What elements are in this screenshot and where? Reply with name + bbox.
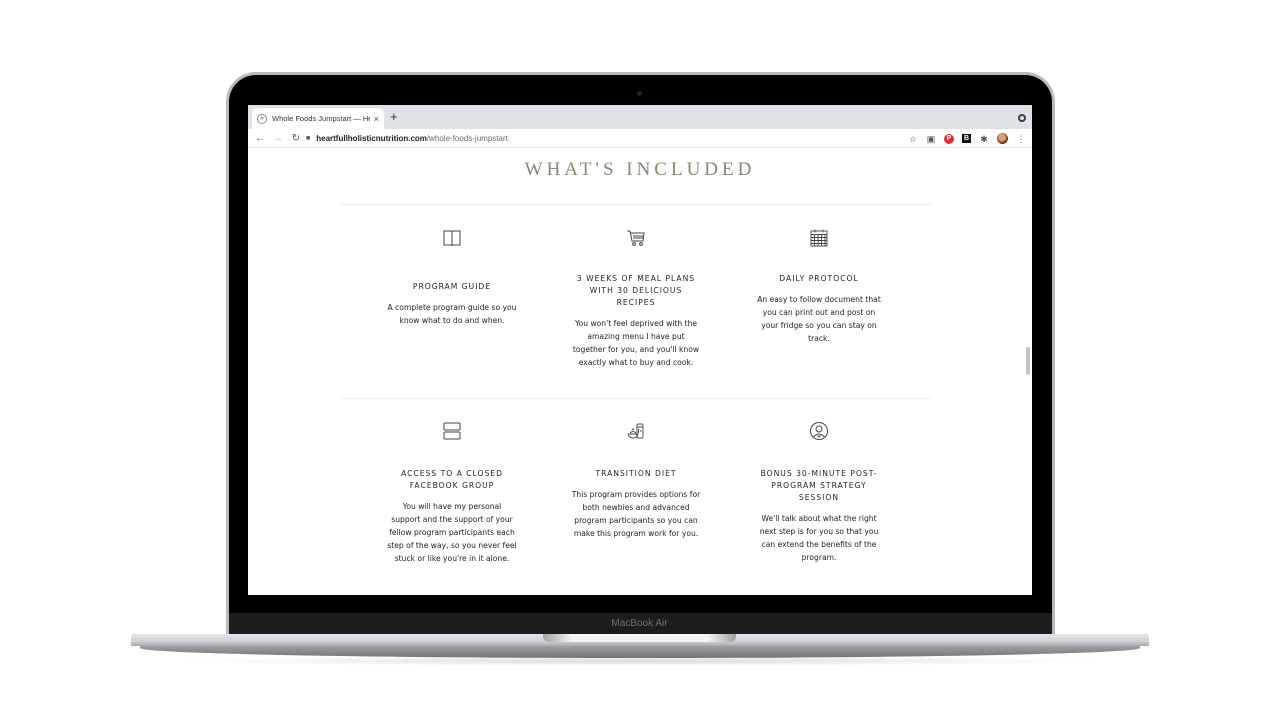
browser-window: ⟡ Whole Foods Jumpstart — Hea × + ← → ↻ … [248,105,1032,595]
laptop-notch [543,634,736,642]
feature-strategy-session: BONUS 30-MINUTE POST-PROGRAM STRATEGY SE… [754,420,884,564]
reload-button[interactable]: ↻ [287,133,305,144]
feature-description: You won't feel deprived with the amazing… [572,319,700,367]
group-icon [387,420,517,442]
favicon-icon: ⟡ [257,113,267,124]
feature-title: DAILY PROTOCOL [779,274,859,283]
extensions-puzzle-icon[interactable]: ✱ [979,134,989,144]
lock-icon[interactable]: ■ [306,135,310,142]
camera-icon [637,91,642,96]
feature-daily-protocol: DAILY PROTOCOL An easy to follow documen… [754,227,884,345]
profile-avatar[interactable] [997,133,1008,144]
food-jar-icon [571,420,701,442]
stage: MacBook Air ⟡ Whole Foods Jumpstart — He… [0,0,1279,719]
calendar-icon [754,227,884,249]
browser-toolbar: ← → ↻ ■ heartfullholisticnutrition.com /… [248,129,1032,148]
divider [340,398,932,399]
divider [340,204,932,205]
section-title: WHAT'S INCLUDED [524,159,756,180]
forward-button[interactable]: → [269,133,287,144]
feature-transition-diet: TRANSITION DIET This program provides op… [571,420,701,540]
address-bar[interactable]: ■ heartfullholisticnutrition.com /whole-… [306,131,906,146]
back-button[interactable]: ← [251,133,269,144]
pinterest-icon[interactable]: P [944,133,954,144]
scrollbar-thumb[interactable] [1026,347,1030,375]
feature-description: An easy to follow document that you can … [757,295,881,343]
feature-title: 3 WEEKS OF MEAL PLANS WITH 30 DELICIOUS … [576,274,696,307]
user-circle-icon [754,420,884,442]
tab-title: Whole Foods Jumpstart — Hea [272,114,370,123]
feature-title: PROGRAM GUIDE [412,282,492,291]
menu-kebab-icon[interactable]: ⋮ [1016,134,1026,144]
feature-description: A complete program guide so you know wha… [387,303,517,325]
device-label: MacBook Air [611,618,668,629]
url-path: /whole-foods-jumpstart [426,134,508,143]
b-extension-icon[interactable]: B [962,134,971,143]
tab-bar: ⟡ Whole Foods Jumpstart — Hea × + [248,105,1032,129]
feature-title: BONUS 30-MINUTE POST-PROGRAM STRATEGY SE… [760,469,878,502]
page-content: WHAT'S INCLUDED PROGRAM GUIDE A complete… [248,149,1032,595]
shopping-cart-icon [571,227,701,249]
feature-description: We'll talk about what the right next ste… [759,514,879,562]
camera-icon[interactable]: ▣ [926,134,936,144]
bookmark-star-icon[interactable]: ☆ [908,134,918,144]
feature-meal-plans: 3 WEEKS OF MEAL PLANS WITH 30 DELICIOUS … [571,227,701,369]
feature-title: ACCESS TO A CLOSED FACEBOOK GROUP [401,469,503,490]
browser-tab[interactable]: ⟡ Whole Foods Jumpstart — Hea × [252,108,384,129]
feature-description: This program provides options for both n… [571,490,701,538]
close-tab-icon[interactable]: × [374,114,379,124]
new-tab-button[interactable]: + [390,110,398,124]
book-icon [387,227,517,249]
window-control-icon[interactable] [1018,114,1026,122]
url-host: heartfullholisticnutrition.com [316,134,427,143]
feature-description: You will have my personal support and th… [387,502,517,563]
toolbar-icons: ☆ ▣ P B ✱ ⋮ [908,131,1026,146]
feature-facebook-group: ACCESS TO A CLOSED FACEBOOK GROUP You wi… [387,420,517,565]
feature-program-guide: PROGRAM GUIDE A complete program guide s… [387,227,517,327]
feature-title: TRANSITION DIET [595,469,677,478]
